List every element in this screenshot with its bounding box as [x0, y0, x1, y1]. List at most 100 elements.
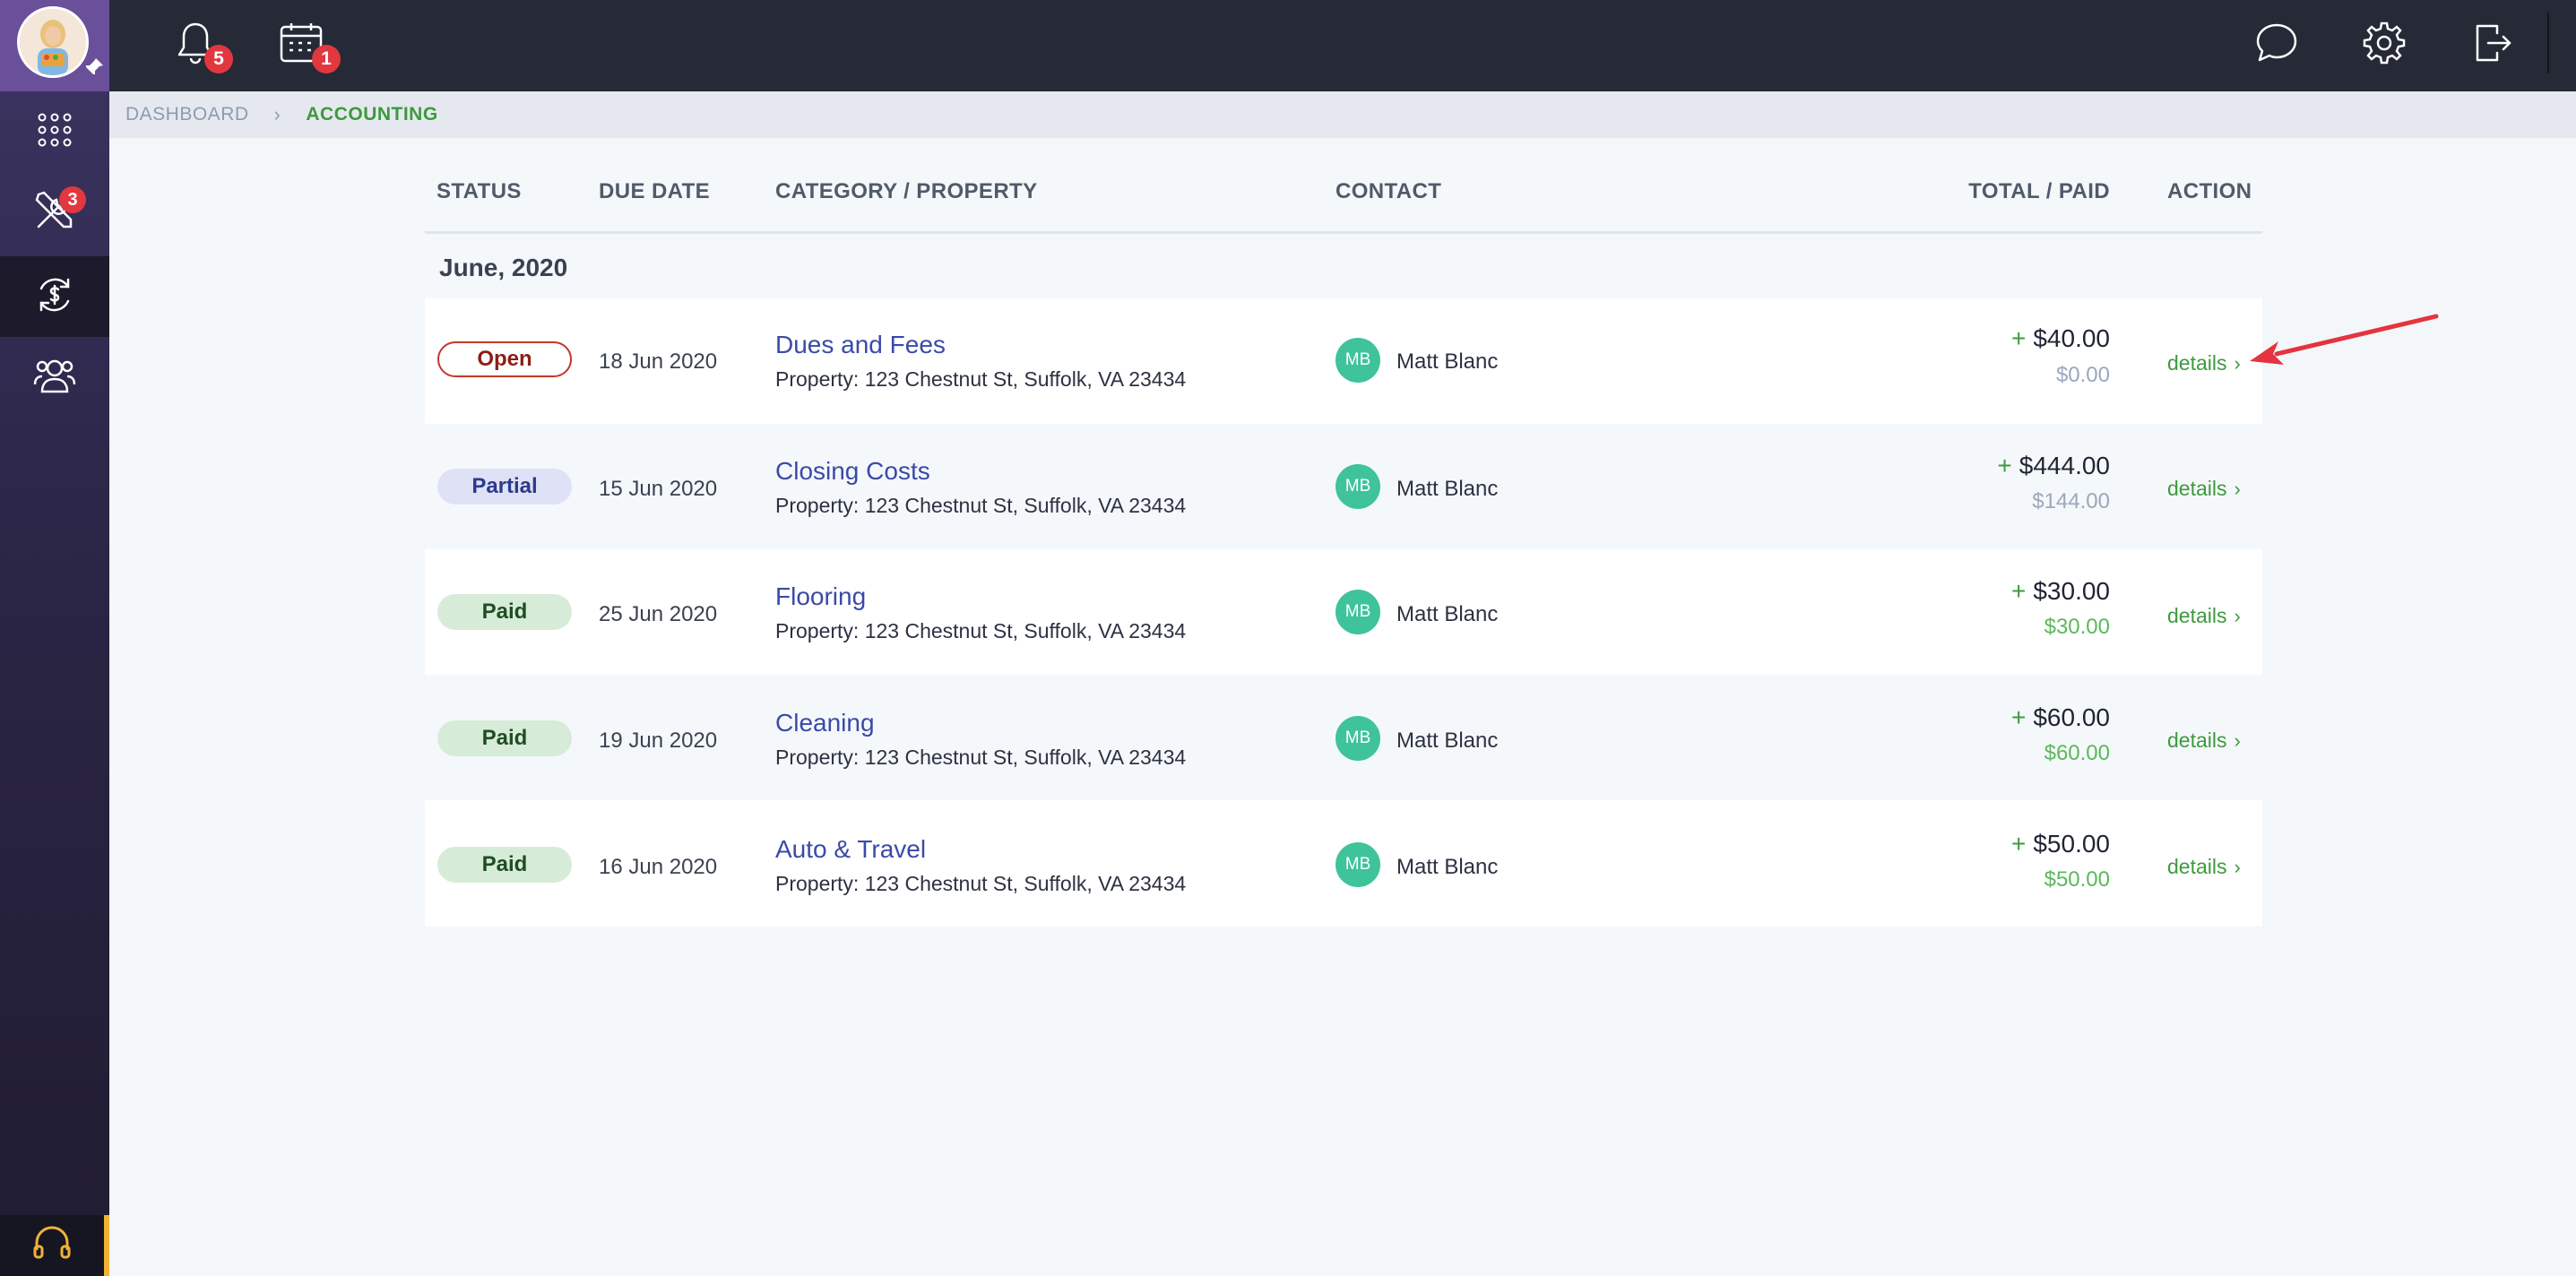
- property-address: Property: 123 Chestnut St, Suffolk, VA 2…: [775, 746, 1187, 769]
- logout-button[interactable]: [2467, 18, 2520, 72]
- property-address: Property: 123 Chestnut St, Suffolk, VA 2…: [775, 494, 1187, 517]
- paid-amount: $0.00: [2055, 363, 2110, 387]
- calendar-badge: 1: [312, 45, 341, 73]
- group-header: June, 2020: [425, 234, 2262, 298]
- sidebar-profile[interactable]: [0, 0, 109, 91]
- status-badge: Paid: [437, 847, 572, 883]
- avatar: MB: [1336, 338, 1380, 383]
- status-badge: Paid: [437, 720, 572, 756]
- annotation-arrow-icon: [2250, 314, 2439, 365]
- total-amount: + $30.00: [2011, 577, 2110, 606]
- category-link[interactable]: Dues and Fees: [775, 331, 946, 359]
- avatar: MB: [1336, 464, 1380, 509]
- details-link[interactable]: details ›: [2167, 855, 2241, 879]
- details-link[interactable]: details ›: [2167, 477, 2241, 501]
- group-label: June, 2020: [439, 254, 568, 281]
- sidebar-item-contacts[interactable]: [0, 337, 109, 418]
- property-address: Property: 123 Chestnut St, Suffolk, VA 2…: [775, 872, 1187, 895]
- details-label: details: [2167, 477, 2227, 500]
- table-row: Open 18 Jun 2020 Dues and Fees Property:…: [425, 298, 2262, 424]
- due-date: 19 Jun 2020: [599, 729, 718, 753]
- total-value: $50.00: [2033, 830, 2110, 858]
- details-link[interactable]: details ›: [2167, 351, 2241, 375]
- breadcrumb-current: ACCOUNTING: [306, 104, 438, 125]
- paid-amount: $144.00: [2032, 489, 2110, 513]
- contact-name[interactable]: Matt Blanc: [1396, 349, 1498, 375]
- contact-name[interactable]: Matt Blanc: [1396, 602, 1498, 627]
- sidebar: 3: [0, 0, 109, 1276]
- total-value: $444.00: [2018, 452, 2110, 479]
- chevron-right-icon: ›: [273, 103, 281, 125]
- status-badge: Partial: [437, 469, 572, 504]
- plus-icon: +: [1997, 452, 2012, 479]
- chat-button[interactable]: [2250, 18, 2304, 72]
- details-label: details: [2167, 729, 2227, 752]
- due-date: 15 Jun 2020: [599, 477, 718, 501]
- total-amount: + $444.00: [1997, 452, 2110, 480]
- header-due-date[interactable]: DUE DATE: [599, 179, 710, 204]
- table-header: STATUS DUE DATE CATEGORY / PROPERTY CONT…: [425, 152, 2262, 234]
- dollar-cycle-icon: [34, 274, 75, 320]
- contact-name[interactable]: Matt Blanc: [1396, 477, 1498, 502]
- logout-icon: [2474, 21, 2513, 70]
- topbar-divider: [2547, 13, 2549, 73]
- category-link[interactable]: Closing Costs: [775, 457, 930, 486]
- details-link[interactable]: details ›: [2167, 729, 2241, 753]
- header-category[interactable]: CATEGORY / PROPERTY: [775, 179, 1038, 204]
- avatar: MB: [1336, 842, 1380, 887]
- plus-icon: +: [2011, 324, 2027, 352]
- total-value: $30.00: [2033, 577, 2110, 605]
- plus-icon: +: [2011, 703, 2027, 731]
- category-link[interactable]: Flooring: [775, 582, 866, 611]
- chat-icon: [2254, 22, 2299, 69]
- property-address: Property: 123 Chestnut St, Suffolk, VA 2…: [775, 367, 1187, 391]
- header-action: ACTION: [2167, 179, 2252, 203]
- settings-button[interactable]: [2357, 18, 2411, 72]
- header-contact[interactable]: CONTACT: [1336, 179, 1441, 204]
- support-button[interactable]: [0, 1215, 109, 1276]
- header-status[interactable]: STATUS: [437, 179, 522, 204]
- pin-icon[interactable]: [82, 56, 106, 83]
- chevron-right-icon: ›: [2234, 729, 2241, 752]
- details-label: details: [2167, 351, 2227, 375]
- status-badge: Open: [437, 341, 572, 377]
- breadcrumb-dashboard-link[interactable]: DASHBOARD: [125, 104, 249, 125]
- plus-icon: +: [2011, 577, 2027, 605]
- avatar: MB: [1336, 590, 1380, 634]
- notifications-badge: 5: [204, 45, 233, 73]
- property-address: Property: 123 Chestnut St, Suffolk, VA 2…: [775, 619, 1187, 642]
- total-value: $60.00: [2033, 703, 2110, 731]
- accounting-table: STATUS DUE DATE CATEGORY / PROPERTY CONT…: [425, 152, 2262, 927]
- sidebar-item-accounting[interactable]: [0, 256, 109, 337]
- sidebar-item-apps[interactable]: [0, 91, 109, 172]
- details-label: details: [2167, 855, 2227, 878]
- chevron-right-icon: ›: [2234, 604, 2241, 627]
- due-date: 25 Jun 2020: [599, 602, 718, 626]
- status-badge: Paid: [437, 594, 572, 630]
- gear-icon: [2362, 21, 2407, 70]
- category-link[interactable]: Cleaning: [775, 709, 875, 737]
- plus-icon: +: [2011, 830, 2027, 858]
- user-avatar[interactable]: [17, 6, 89, 78]
- total-amount: + $60.00: [2011, 703, 2110, 732]
- contact-name[interactable]: Matt Blanc: [1396, 855, 1498, 880]
- apps-grid-icon: [37, 112, 73, 152]
- chevron-right-icon: ›: [2234, 351, 2241, 375]
- header-total[interactable]: TOTAL / PAID: [1968, 179, 2110, 204]
- paid-amount: $50.00: [2044, 867, 2110, 892]
- paid-amount: $30.00: [2044, 615, 2110, 639]
- table-row: Paid 16 Jun 2020 Auto & Travel Property:…: [425, 800, 2262, 926]
- table-row: Paid 25 Jun 2020 Flooring Property: 123 …: [425, 549, 2262, 675]
- users-icon: [33, 356, 76, 400]
- contact-name[interactable]: Matt Blanc: [1396, 729, 1498, 754]
- details-link[interactable]: details ›: [2167, 604, 2241, 628]
- total-amount: + $40.00: [2011, 324, 2110, 353]
- category-link[interactable]: Auto & Travel: [775, 835, 926, 864]
- sidebar-item-tools[interactable]: 3: [0, 172, 109, 253]
- due-date: 16 Jun 2020: [599, 855, 718, 879]
- total-value: $40.00: [2033, 324, 2110, 352]
- breadcrumb: DASHBOARD › ACCOUNTING: [109, 91, 2576, 138]
- due-date: 18 Jun 2020: [599, 349, 718, 374]
- paid-amount: $60.00: [2044, 741, 2110, 765]
- tools-badge: 3: [59, 186, 86, 213]
